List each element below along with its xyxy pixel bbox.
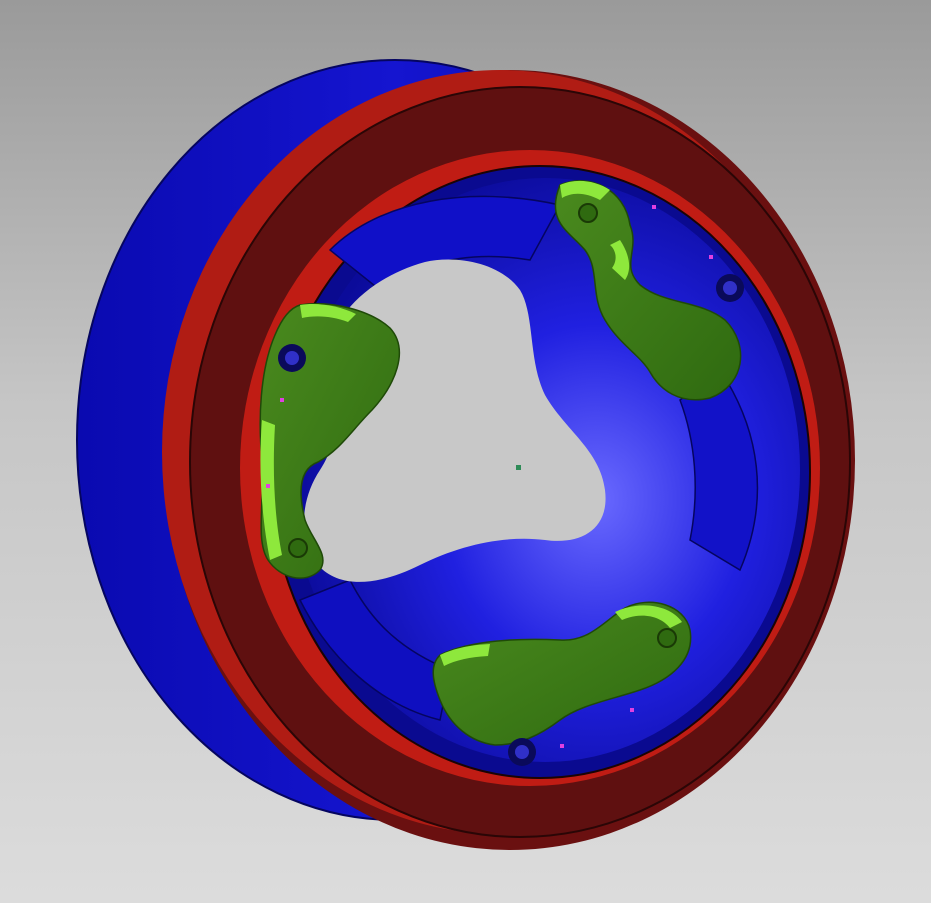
pivot-hole <box>578 203 598 223</box>
pivot-hole <box>288 538 308 558</box>
cad-viewport[interactable] <box>0 0 931 903</box>
pivot-hole <box>657 628 677 648</box>
origin-marker <box>516 465 521 470</box>
3d-model-view[interactable] <box>0 0 931 903</box>
